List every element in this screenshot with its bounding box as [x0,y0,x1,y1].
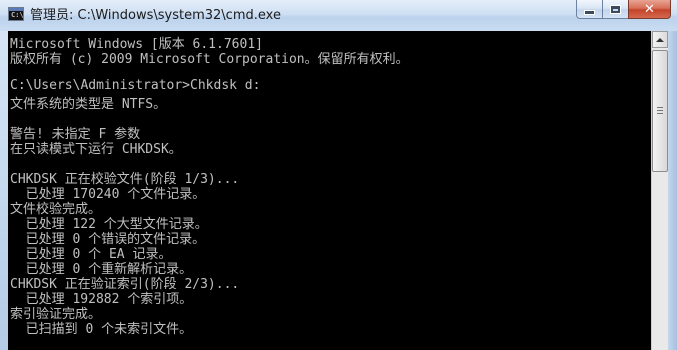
console-line: 版权所有 (c) 2009 Microsoft Corporation。保留所有… [10,52,409,67]
minimize-button[interactable] [576,0,602,19]
console-line: 已处理 0 个 EA 记录。 [10,247,172,262]
maximize-icon [610,4,621,14]
console-line: 在只读模式下运行 CHKDSK。 [10,142,182,157]
console-line: CHKDSK 正在验证索引(阶段 2/3)... [10,277,240,292]
console-line: C:\Users\Administrator>Chkdsk d: [10,78,261,93]
console-line: 已扫描到 0 个未索引文件。 [10,322,193,337]
window-frame-right [668,31,677,350]
close-button[interactable]: ✕ [628,0,671,19]
window-title: 管理员: C:\Windows\system32\cmd.exe [30,8,281,23]
scroll-thumb[interactable] [652,50,668,172]
console-line: 已处理 0 个错误的文件记录。 [10,232,206,247]
console-line: 文件系统的类型是 NTFS。 [10,97,167,112]
minimize-icon [584,9,595,15]
console-line: 已处理 122 个大型文件记录。 [10,217,208,232]
cmd-console-icon[interactable]: C:\ [8,7,24,21]
console-line: 已处理 0 个重新解析记录。 [10,262,193,277]
console-line: CHKDSK 正在校验文件(阶段 1/3)... [10,172,240,187]
console-output[interactable]: Microsoft Windows [版本 6.1.7601] 版权所有 (c)… [8,31,651,350]
arrow-up-icon [656,37,664,42]
console-line: 索引验证完成。 [10,307,102,322]
console-lines: Microsoft Windows [版本 6.1.7601] 版权所有 (c)… [10,33,409,337]
maximize-button[interactable] [602,0,628,19]
console-line: 文件校验完成。 [10,202,102,217]
cmd-window: C:\ 管理员: C:\Windows\system32\cmd.exe ✕ M… [0,0,677,350]
caption-buttons: ✕ [576,0,671,20]
grip-icon [657,107,663,115]
title-bar[interactable]: C:\ 管理员: C:\Windows\system32\cmd.exe ✕ [0,0,677,31]
close-icon: ✕ [644,1,655,17]
vertical-scrollbar[interactable] [651,31,668,350]
console-line: 警告! 未指定 F 参数 [10,127,141,142]
scroll-up-button[interactable] [652,31,668,48]
console-line: Microsoft Windows [版本 6.1.7601] [10,37,263,52]
